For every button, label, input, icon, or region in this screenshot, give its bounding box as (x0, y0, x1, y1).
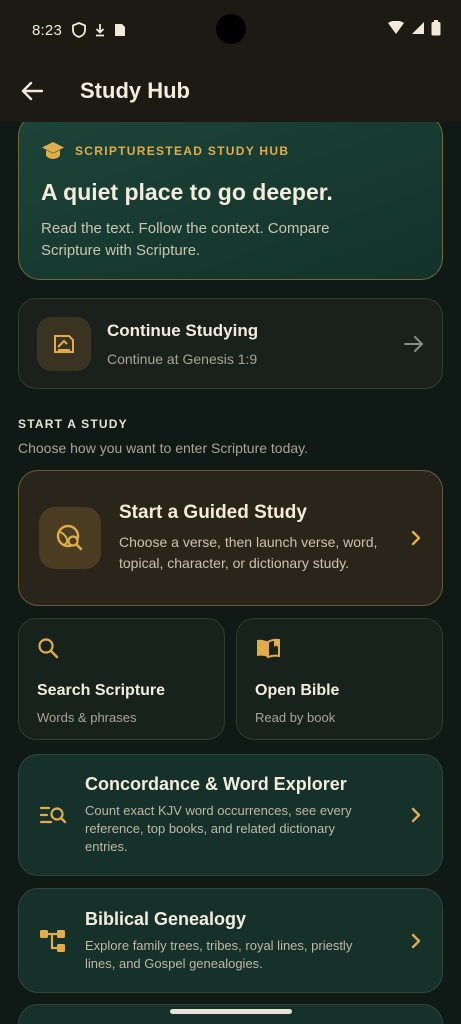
wifi-icon (388, 21, 404, 34)
chevron-right-icon (411, 530, 421, 546)
genealogy-subtitle: Explore family trees, tribes, royal line… (85, 937, 353, 971)
hero-body: Read the text. Follow the context. Compa… (41, 220, 330, 259)
chevron-right-icon (411, 933, 421, 948)
download-icon (95, 24, 105, 37)
app-bar: Study Hub (0, 60, 461, 122)
concordance-subtitle: Count exact KJV word occurrences, see ev… (85, 803, 352, 854)
concordance-title: Concordance & Word Explorer (85, 774, 347, 794)
graduation-cap-icon (42, 142, 64, 159)
tile-title: Search Scripture (37, 682, 166, 699)
section-heading: START A STUDY (18, 417, 128, 431)
camera-cutout (216, 14, 246, 44)
next-card-partial[interactable] (18, 1004, 443, 1024)
concordance-card[interactable]: Concordance & Word Explorer Count exact … (18, 754, 443, 876)
guided-subtitle: Choose a verse, then launch verse, word,… (119, 534, 378, 571)
family-tree-icon (40, 929, 65, 952)
list-search-icon (39, 806, 67, 824)
genealogy-card[interactable]: Biblical Genealogy Explore family trees,… (18, 888, 443, 993)
guided-title: Start a Guided Study (119, 502, 307, 523)
status-time: 8:23 (32, 21, 62, 39)
hero-kicker-label: SCRIPTURESTEAD STUDY HUB (75, 144, 290, 158)
section-subheading: Choose how you want to enter Scripture t… (18, 440, 309, 456)
status-bar: 8:23 (0, 0, 461, 60)
tile-title: Open Bible (255, 682, 340, 699)
search-globe-icon (56, 524, 83, 551)
hero-title: A quiet place to go deeper. (41, 179, 333, 205)
search-scripture-tile[interactable]: Search Scripture Words & phrases (18, 618, 225, 740)
chevron-right-icon (411, 807, 421, 823)
genealogy-title: Biblical Genealogy (85, 908, 247, 929)
tile-subtitle: Words & phrases (37, 710, 137, 725)
bookmark-book-icon (54, 334, 74, 353)
home-indicator[interactable] (170, 1009, 292, 1014)
arrow-right-icon (404, 335, 423, 352)
hero-card: SCRIPTURESTEAD STUDY HUB A quiet place t… (18, 122, 443, 280)
continue-subtitle: Continue at Genesis 1:9 (107, 350, 258, 367)
arrow-left-icon (21, 81, 43, 101)
battery-icon (431, 20, 441, 36)
back-button[interactable] (0, 60, 64, 122)
shield-icon (72, 22, 86, 38)
signal-icon (412, 22, 424, 34)
sim-card-icon (115, 24, 125, 36)
open-book-icon (257, 638, 280, 659)
continue-studying-card[interactable]: Continue Studying Continue at Genesis 1:… (18, 298, 443, 389)
guided-study-card[interactable]: Start a Guided Study Choose a verse, the… (18, 470, 443, 606)
tile-subtitle: Read by book (255, 710, 336, 725)
scroll-content[interactable]: SCRIPTURESTEAD STUDY HUB A quiet place t… (0, 122, 461, 1024)
page-title: Study Hub (80, 78, 190, 103)
open-bible-tile[interactable]: Open Bible Read by book (236, 618, 443, 740)
continue-title: Continue Studying (107, 320, 259, 340)
search-icon (38, 638, 59, 659)
